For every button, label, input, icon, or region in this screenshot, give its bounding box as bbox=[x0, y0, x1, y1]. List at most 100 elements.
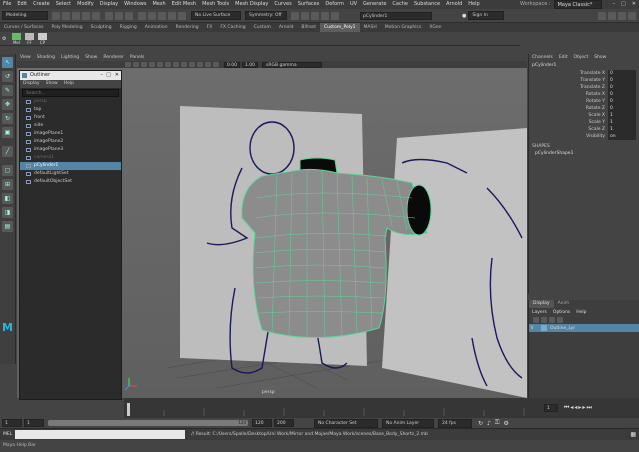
outliner-menu-show[interactable]: Show bbox=[43, 80, 61, 88]
window-maximize-icon[interactable]: □ bbox=[618, 0, 629, 9]
current-time-marker[interactable] bbox=[127, 403, 130, 416]
shelf-settings-icon[interactable]: ⚙ bbox=[2, 36, 8, 42]
select-hierarchy-icon[interactable] bbox=[105, 11, 113, 20]
channel-row[interactable]: Visibility on bbox=[529, 133, 639, 140]
outliner-item[interactable]: imagePlane1 bbox=[20, 130, 121, 138]
channel-value[interactable]: 0 bbox=[608, 98, 636, 105]
persp-graph-icon[interactable]: ◨ bbox=[2, 207, 13, 218]
visibility-toggle[interactable]: V bbox=[529, 326, 535, 331]
time-slider[interactable]: 1 ⏮◂◂▸▸⏭ bbox=[124, 398, 639, 418]
magnet-icon[interactable] bbox=[178, 11, 186, 20]
help-menu[interactable]: Help bbox=[573, 310, 589, 315]
window-minimize-icon[interactable]: – bbox=[610, 0, 619, 9]
channel-value[interactable]: 1 bbox=[608, 126, 636, 133]
channel-row[interactable]: Translate Y0 bbox=[529, 77, 639, 84]
range-start-field[interactable]: 1 bbox=[2, 419, 22, 427]
shelf-tab[interactable]: Arnold bbox=[275, 23, 298, 32]
menu-create[interactable]: Create bbox=[30, 0, 53, 9]
fps-dropdown[interactable]: 24 fps bbox=[438, 418, 472, 428]
menu-windows[interactable]: Windows bbox=[121, 0, 149, 9]
paint-select-icon[interactable]: ✎ bbox=[2, 85, 13, 96]
wireframe-icon[interactable] bbox=[165, 62, 171, 67]
menu-deform[interactable]: Deform bbox=[322, 0, 347, 9]
layout-icon[interactable]: ▤ bbox=[2, 221, 13, 232]
shelf-tab[interactable]: Sculpting bbox=[87, 23, 116, 32]
save-scene-icon[interactable] bbox=[72, 11, 80, 20]
grid-icon[interactable] bbox=[149, 62, 155, 67]
image-plane-icon[interactable] bbox=[141, 62, 147, 67]
tab-display[interactable]: Display bbox=[529, 300, 554, 308]
bookmark-icon[interactable] bbox=[133, 62, 139, 67]
window-close-icon[interactable]: ✕ bbox=[629, 0, 639, 9]
channel-value[interactable]: on bbox=[608, 133, 636, 140]
menu-generate[interactable]: Generate bbox=[360, 0, 389, 9]
live-surface-dropdown[interactable]: No Live Surface bbox=[191, 11, 241, 20]
channel-value[interactable]: 0 bbox=[608, 84, 636, 91]
preferences-icon[interactable]: ⚙ bbox=[503, 420, 508, 427]
outliner-item[interactable]: defaultObjectSet bbox=[20, 178, 121, 186]
script-editor-icon[interactable]: ▦ bbox=[630, 431, 636, 438]
select-component-icon[interactable] bbox=[125, 11, 133, 20]
symmetry-dropdown[interactable]: Symmetry: Off bbox=[245, 11, 287, 20]
sign-in-button[interactable]: Sign In bbox=[468, 11, 505, 20]
outliner-item[interactable]: defaultLightSet bbox=[20, 170, 121, 178]
new-layer-selected-icon[interactable] bbox=[557, 317, 563, 323]
object-menu[interactable]: Object bbox=[571, 54, 592, 62]
lights-icon[interactable] bbox=[189, 62, 195, 67]
shape-name[interactable]: pCylinderShape1 bbox=[529, 150, 639, 157]
outliner-titlebar[interactable]: Outliner – □ ✕ bbox=[20, 71, 121, 80]
render-settings-icon[interactable] bbox=[321, 11, 329, 20]
snap-point-icon[interactable] bbox=[158, 11, 166, 20]
shelf-tab[interactable]: Animation bbox=[141, 23, 172, 32]
isolate-icon[interactable] bbox=[213, 62, 219, 67]
shelf-tab[interactable]: Rendering bbox=[172, 23, 203, 32]
snap-surface-icon[interactable] bbox=[168, 11, 176, 20]
snap-curve-icon[interactable] bbox=[148, 11, 156, 20]
channel-row[interactable]: Rotate Y0 bbox=[529, 98, 639, 105]
channel-value[interactable]: 1 bbox=[608, 119, 636, 126]
shelf-tab[interactable]: XGen bbox=[425, 23, 445, 32]
menuset-dropdown[interactable]: Modeling bbox=[2, 11, 48, 20]
menu-help[interactable]: Help bbox=[465, 0, 482, 9]
outliner-item[interactable]: imagePlane3 bbox=[20, 146, 121, 154]
select-tool-icon[interactable]: ↖ bbox=[2, 57, 13, 68]
persp-outliner-icon[interactable]: ◧ bbox=[2, 193, 13, 204]
edit-menu[interactable]: Edit bbox=[556, 54, 571, 62]
panel-menu-lighting[interactable]: Lighting bbox=[58, 54, 82, 61]
toggle-modeling-toolkit-icon[interactable] bbox=[598, 11, 606, 20]
playback-end-field[interactable]: 120 bbox=[252, 419, 272, 427]
maximize-icon[interactable]: □ bbox=[106, 71, 111, 80]
channels-menu[interactable]: Channels bbox=[529, 54, 556, 62]
menu-curves[interactable]: Curves bbox=[271, 0, 294, 9]
outliner-menu-help[interactable]: Help bbox=[61, 80, 77, 88]
channel-row[interactable]: Rotate X0 bbox=[529, 91, 639, 98]
smooth-shade-icon[interactable] bbox=[173, 62, 179, 67]
channel-value[interactable]: 0 bbox=[608, 70, 636, 77]
outliner-item[interactable]: persp bbox=[20, 98, 121, 106]
menu-select[interactable]: Select bbox=[53, 0, 74, 9]
panel-menu-view[interactable]: View bbox=[17, 54, 34, 61]
show-menu[interactable]: Show bbox=[591, 54, 609, 62]
colorspace-dropdown[interactable]: sRGB gamma bbox=[262, 61, 322, 68]
panel-menu-renderer[interactable]: Renderer bbox=[100, 54, 127, 61]
rotate-tool-icon[interactable]: ↻ bbox=[2, 113, 13, 124]
minimize-icon[interactable]: – bbox=[101, 71, 104, 80]
shelf-tab[interactable]: FX bbox=[203, 23, 217, 32]
lasso-tool-icon[interactable]: ↺ bbox=[2, 71, 13, 82]
shelf-tab[interactable]: Rigging bbox=[116, 23, 141, 32]
object-name-field[interactable]: pCylinder1 bbox=[360, 11, 432, 20]
shadows-icon[interactable] bbox=[197, 62, 203, 67]
playback-start-field[interactable]: 1 bbox=[24, 419, 44, 427]
four-view-icon[interactable]: ⊞ bbox=[2, 179, 13, 190]
xray-icon[interactable] bbox=[205, 62, 211, 67]
shelf-button-ff[interactable]: FF bbox=[25, 32, 34, 45]
playback-controls[interactable]: ⏮◂◂▸▸⏭ bbox=[564, 404, 593, 412]
outliner-item[interactable]: camera1 bbox=[20, 154, 121, 162]
scale-tool-icon[interactable]: ▣ bbox=[2, 127, 13, 138]
outliner-search-input[interactable]: Search... bbox=[22, 89, 119, 97]
shelf-tab[interactable]: Bifrost bbox=[297, 23, 320, 32]
outliner-menu-display[interactable]: Display bbox=[20, 80, 43, 88]
snap-grid-icon[interactable] bbox=[138, 11, 146, 20]
ipr-icon[interactable] bbox=[311, 11, 319, 20]
menu-mesh[interactable]: Mesh bbox=[149, 0, 168, 9]
